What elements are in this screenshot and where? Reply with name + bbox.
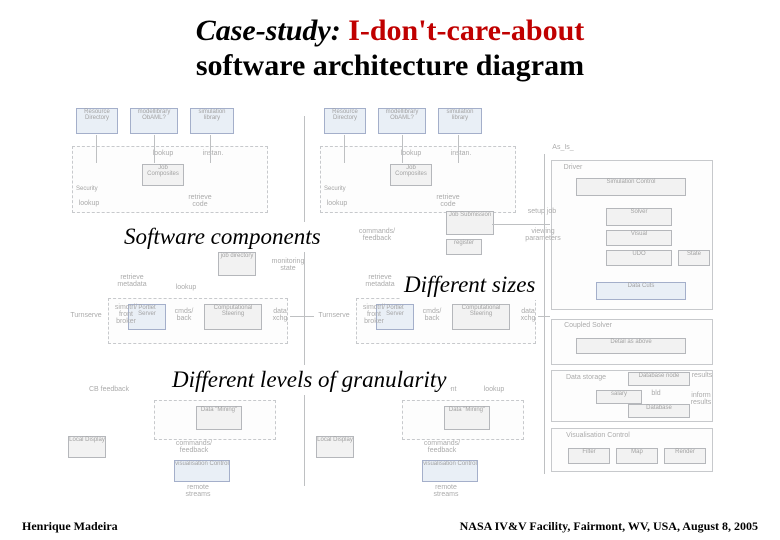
- architecture-diagram: Resource Directory modellibrary ObAML? s…: [68, 108, 716, 493]
- label-data-storage: Data storage: [558, 374, 614, 381]
- slide-title: Case-study: I-don't-care-about software …: [0, 14, 780, 83]
- label-inst-l: instan.: [198, 150, 228, 157]
- label-cmd-fb-1: commands/ feedback: [352, 228, 402, 242]
- label-retrieve-l: retrieve code: [182, 194, 218, 208]
- box-job-comp-r: Job Composites: [390, 164, 432, 186]
- label-retrieve-r: retrieve code: [430, 194, 466, 208]
- label-cb-fb-l: CB feedback: [88, 386, 130, 393]
- box-udo: UDO: [606, 250, 672, 266]
- label-lookup-l1: lookup: [148, 150, 178, 157]
- box-mining-r: Data "Mining": [444, 406, 490, 430]
- box-data-cuts: Data Cuts: [596, 282, 686, 300]
- label-coupled-solver: Coupled Solver: [558, 322, 618, 329]
- label-security-l: Security: [76, 186, 98, 192]
- label-as-is: As_Is_: [548, 144, 578, 151]
- label-remote-r: remote streams: [424, 484, 468, 498]
- box-render: Render: [664, 448, 706, 464]
- label-inst-r: instan.: [446, 150, 476, 157]
- label-dx-r: data xchg: [514, 308, 542, 322]
- label-broker-l: simctrl/ front broker: [110, 304, 142, 325]
- label-lookup-l2: lookup: [76, 200, 102, 207]
- label-viewing-params: viewing parameters: [520, 228, 566, 242]
- title-prefix: Case-study:: [196, 14, 341, 47]
- box-comp-steer-r: Computational Steering: [452, 304, 510, 330]
- box-detail-as-above: Detail as above: [576, 338, 686, 354]
- box-job-comp-l: Job Composites: [142, 164, 184, 186]
- box-model-lib-r: modellibrary ObAML?: [378, 108, 426, 134]
- label-driver: Driver: [558, 164, 588, 171]
- box-filter: Filter: [568, 448, 610, 464]
- box-map: Map: [616, 448, 658, 464]
- label-dx-l: data xchg: [266, 308, 294, 322]
- box-comp-steer-l: Computational Steering: [204, 304, 262, 330]
- box-state: State: [678, 250, 710, 266]
- label-cmdfb-bl: commands/ feedback: [168, 440, 220, 454]
- box-job-dir: job directory: [218, 252, 256, 276]
- box-job-submission: Job Submission: [446, 211, 494, 235]
- label-bld: bld: [648, 390, 664, 397]
- label-turnserve-r: Turnserve: [316, 312, 352, 319]
- box-salary: salary: [596, 390, 642, 404]
- label-turnserve-l: Turnserve: [68, 312, 104, 319]
- box-vis-ctrl-r: visualisation Control: [422, 460, 478, 482]
- box-resource-dir-l: Resource Directory: [76, 108, 118, 134]
- box-resource-dir-r: Resource Directory: [324, 108, 366, 134]
- overlay-components: Software components: [120, 222, 325, 252]
- overlay-granularity: Different levels of granularity: [168, 365, 450, 395]
- box-database: Database: [628, 404, 690, 418]
- box-vis-ctrl-l: visualisation Control: [174, 460, 230, 482]
- overlay-sizes: Different sizes: [400, 270, 539, 300]
- box-local-disp-r: Local Display: [316, 436, 354, 458]
- label-interim: inform results: [686, 392, 716, 406]
- title-highlight: I-don't-care-about: [341, 14, 585, 47]
- footer-author: Henrique Madeira: [22, 519, 118, 534]
- label-remote-l: remote streams: [176, 484, 220, 498]
- box-sim-lib-l: simulation library: [190, 108, 234, 134]
- label-cmds-l: cmds/ back: [168, 308, 200, 322]
- label-lookup-b2: lookup: [480, 386, 508, 393]
- label-cmdfb-br: commands/ feedback: [416, 440, 468, 454]
- footer-venue: NASA IV&V Facility, Fairmont, WV, USA, A…: [460, 519, 758, 534]
- label-cmds-r: cmds/ back: [416, 308, 448, 322]
- label-vis-control: Visualisation Control: [558, 432, 638, 439]
- label-lookup-r1: lookup: [396, 150, 426, 157]
- label-retrieve-meta-l: retrieve metadata: [110, 274, 154, 288]
- label-broker-r: simctrl/ front broker: [358, 304, 390, 325]
- title-line2: software architecture diagram: [196, 49, 584, 82]
- label-security-r: Security: [324, 186, 346, 192]
- label-setup-job: setup job: [522, 208, 562, 215]
- box-register: register: [446, 239, 482, 255]
- box-mining-l: Data "Mining": [196, 406, 242, 430]
- label-lookup-r2: lookup: [324, 200, 350, 207]
- box-db-node: Database node: [628, 372, 690, 386]
- label-retrieve-meta-r: retrieve metadata: [358, 274, 402, 288]
- box-model-lib-l: modellibrary ObAML?: [130, 108, 178, 134]
- label-lookup-m1: lookup: [170, 284, 202, 291]
- label-results: results: [690, 372, 714, 379]
- box-sim-control: Simulation Control: [576, 178, 686, 196]
- box-visual: Visual: [606, 230, 672, 246]
- box-solver: Solver: [606, 208, 672, 226]
- box-local-disp-l: Local Display: [68, 436, 106, 458]
- box-sim-lib-r: simulation library: [438, 108, 482, 134]
